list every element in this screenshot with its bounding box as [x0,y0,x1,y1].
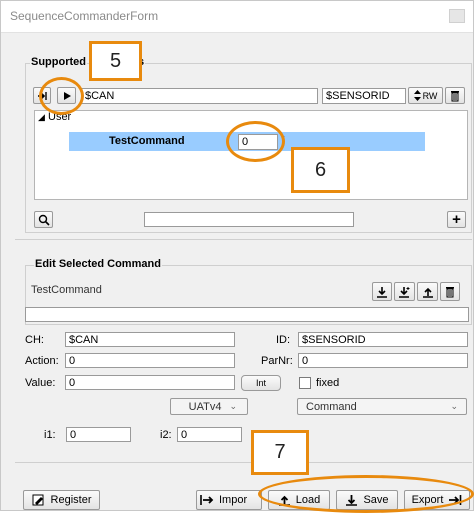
id-label: ID: [276,334,291,346]
arrow-up-icon [422,287,433,298]
annotation-ring-value [226,121,285,162]
value-field[interactable]: 0 [65,375,235,390]
action-field[interactable]: 0 [65,353,235,368]
import-label: Impor [219,494,248,506]
tree-command-name[interactable]: TestCommand [109,135,185,147]
sensor-field[interactable]: $SENSORID [322,88,406,104]
supported-title-left: Supported [31,56,86,68]
id-field[interactable]: $SENSORID [298,332,468,347]
divider-bottom [15,462,472,463]
chevron-down-icon: ⌄ [229,401,237,411]
edit-command-name: TestCommand [31,284,102,296]
move-up-button[interactable] [417,282,438,301]
protocol-select-value: UATv4 [188,400,222,413]
channel-field[interactable]: $CAN [81,88,318,104]
i2-field[interactable]: 0 [177,427,242,442]
filter-field[interactable] [144,212,354,227]
i1-field[interactable]: 0 [66,427,131,442]
trash-icon [446,286,454,297]
action-label: Action: [25,355,59,367]
annotation-badge-6: 6 [291,147,350,193]
int-button[interactable]: Int [241,375,281,391]
ch-field[interactable]: $CAN [65,332,235,347]
parnr-label: ParNr: [261,355,293,367]
value-label: Value: [25,377,56,389]
title-bar: SequenceCommanderForm [1,1,473,33]
insert-down-icon [399,286,410,298]
fixed-label: fixed [316,377,340,389]
divider-top [15,239,472,240]
import-icon [200,495,214,505]
command-description-field[interactable] [25,307,469,322]
parnr-field[interactable]: 0 [298,353,468,368]
annotation-ring-run [39,77,84,115]
register-button[interactable]: Register [23,490,100,510]
search-button[interactable] [34,211,53,228]
i1-label: i1: [44,429,56,441]
i2-label: i2: [160,429,172,441]
rw-label: RW [422,90,438,101]
delete-button[interactable] [445,87,465,104]
fixed-checkbox[interactable] [299,377,311,389]
supported-group-title: Supported [30,56,87,68]
sequence-commander-window: SequenceCommanderForm Supported s $CAN $… [0,0,474,513]
ch-label: CH: [25,334,44,346]
arrow-down-icon [377,286,387,298]
chevron-down-icon: ⌄ [450,401,458,411]
annotation-ring-footer [258,475,474,513]
import-button[interactable]: Impor [196,490,262,510]
edit-group-title: Edit Selected Command [34,258,162,270]
window-title: SequenceCommanderForm [10,9,159,23]
trash-icon [451,90,459,101]
register-icon [32,494,44,506]
annotation-badge-7: 7 [251,430,309,475]
add-button[interactable]: + [447,211,466,228]
edit-delete-button[interactable] [440,282,460,301]
protocol-select[interactable]: UATv4 ⌄ [170,398,248,415]
close-icon[interactable] [449,9,465,23]
search-icon [38,214,50,226]
annotation-badge-5: 5 [89,41,142,81]
rw-button[interactable]: RW [408,87,443,104]
command-type-value: Command [306,400,357,413]
insert-below-button[interactable] [394,282,415,301]
command-type-select[interactable]: Command ⌄ [297,398,467,415]
up-down-icon [413,90,421,101]
expand-arrow-icon[interactable]: ◢ [38,112,45,123]
register-label: Register [50,494,92,506]
move-down-button[interactable] [372,282,392,301]
